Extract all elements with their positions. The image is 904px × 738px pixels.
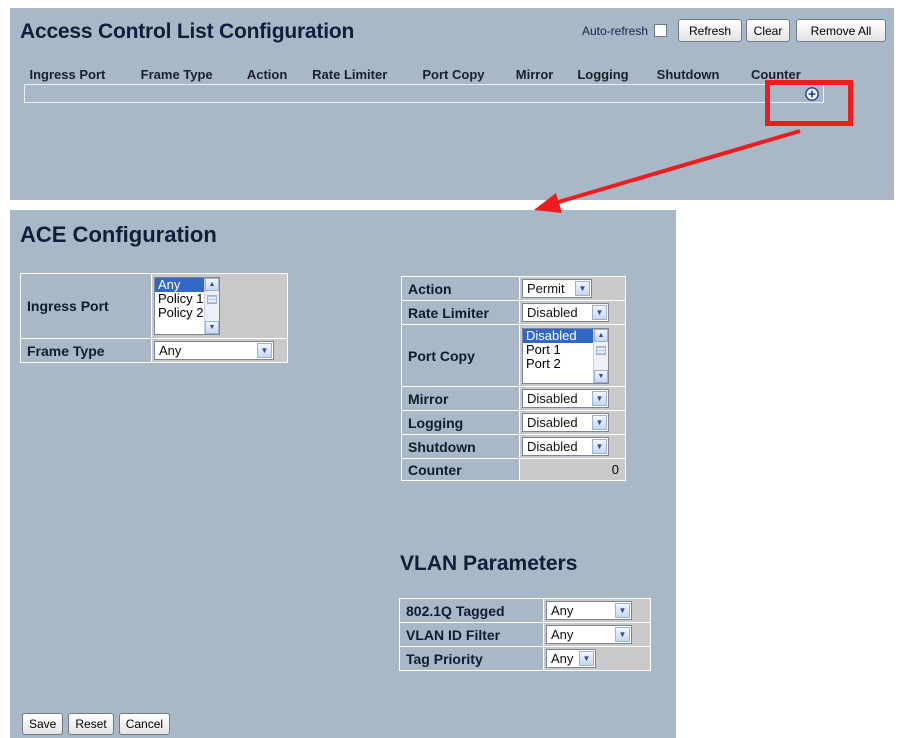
tag-priority-label: Tag Priority xyxy=(399,646,544,671)
shutdown-value: Disabled xyxy=(527,439,578,454)
tagged-cell: Any ▼ xyxy=(543,598,651,623)
tag-priority-value: Any xyxy=(551,651,574,666)
shutdown-cell: Disabled ▼ xyxy=(519,434,626,459)
chevron-down-icon[interactable]: ▼ xyxy=(592,391,607,406)
column-header-port-copy: Port Copy xyxy=(422,67,485,82)
frame-type-label: Frame Type xyxy=(20,338,152,363)
auto-refresh-checkbox[interactable] xyxy=(654,24,667,37)
auto-refresh-label: Auto-refresh xyxy=(581,23,648,38)
action-value: Permit xyxy=(527,281,565,296)
scroll-up-icon[interactable]: ▲ xyxy=(205,278,219,291)
chevron-down-icon[interactable]: ▼ xyxy=(575,281,590,296)
form-buttons: Save Reset Cancel xyxy=(22,713,175,735)
column-header-action: Action xyxy=(246,67,288,82)
chevron-down-icon[interactable]: ▼ xyxy=(579,651,594,666)
chevron-down-icon[interactable]: ▼ xyxy=(615,603,630,618)
acl-table: Ingress Port Frame Type Action Rate Limi… xyxy=(24,64,824,103)
listbox-option[interactable]: Disabled xyxy=(523,328,593,343)
vlan-id-filter-value: Any xyxy=(551,627,574,642)
tagged-select[interactable]: Any ▼ xyxy=(546,601,632,620)
column-header-logging: Logging xyxy=(577,67,629,82)
vlan-section-title: VLAN Parameters xyxy=(400,552,578,575)
mirror-select[interactable]: Disabled ▼ xyxy=(522,389,609,408)
shutdown-label: Shutdown xyxy=(401,434,520,459)
ingress-port-cell: Any Policy 1 Policy 2 ▲ ▼ xyxy=(151,273,288,339)
column-header-shutdown: Shutdown xyxy=(656,67,720,82)
refresh-button[interactable]: Refresh xyxy=(678,19,742,42)
rate-limiter-cell: Disabled ▼ xyxy=(519,300,626,325)
clear-button[interactable]: Clear xyxy=(746,19,790,42)
save-button[interactable]: Save xyxy=(22,713,64,735)
action-cell: Permit ▼ xyxy=(519,276,626,301)
port-copy-listbox[interactable]: Disabled Port 1 Port 2 ▲ ▼ xyxy=(522,327,609,384)
tagged-label: 802.1Q Tagged xyxy=(399,598,544,623)
logging-cell: Disabled ▼ xyxy=(519,410,626,435)
listbox-scrollbar[interactable]: ▲ ▼ xyxy=(204,278,219,334)
vlan-id-filter-label: VLAN ID Filter xyxy=(399,622,544,647)
mirror-label: Mirror xyxy=(401,386,520,411)
logging-select[interactable]: Disabled ▼ xyxy=(522,413,609,432)
port-copy-label: Port Copy xyxy=(401,324,520,387)
action-select[interactable]: Permit ▼ xyxy=(522,279,592,298)
tag-priority-cell: Any ▼ xyxy=(543,646,651,671)
acl-toolbar: Auto-refresh Refresh Clear Remove All xyxy=(582,19,886,42)
mirror-value: Disabled xyxy=(527,391,578,406)
scroll-thumb[interactable] xyxy=(596,345,606,355)
frame-type-select[interactable]: Any ▼ xyxy=(154,341,274,360)
highlight-box xyxy=(765,80,853,126)
column-header-frame-type: Frame Type xyxy=(140,67,213,82)
tagged-value: Any xyxy=(551,603,574,618)
mirror-cell: Disabled ▼ xyxy=(519,386,626,411)
logging-label: Logging xyxy=(401,410,520,435)
port-copy-cell: Disabled Port 1 Port 2 ▲ ▼ xyxy=(519,324,626,387)
logging-value: Disabled xyxy=(527,415,578,430)
chevron-down-icon[interactable]: ▼ xyxy=(615,627,630,642)
vlan-table: 802.1Q Tagged Any ▼ VLAN ID Filter Any ▼… xyxy=(399,598,651,671)
shutdown-select[interactable]: Disabled ▼ xyxy=(522,437,609,456)
acl-empty-cell xyxy=(24,84,824,103)
reset-button[interactable]: Reset xyxy=(68,713,114,735)
frame-type-cell: Any ▼ xyxy=(151,338,288,363)
scroll-thumb[interactable] xyxy=(207,295,217,304)
scroll-down-icon[interactable]: ▼ xyxy=(205,321,219,334)
ingress-port-label: Ingress Port xyxy=(20,273,152,339)
action-label: Action xyxy=(401,276,520,301)
cancel-button[interactable]: Cancel xyxy=(118,713,171,735)
listbox-scrollbar[interactable]: ▲ ▼ xyxy=(593,328,608,383)
rate-limiter-value: Disabled xyxy=(527,305,578,320)
scroll-up-icon[interactable]: ▲ xyxy=(594,328,608,342)
vlan-id-filter-select[interactable]: Any ▼ xyxy=(546,625,632,644)
ace-left-table: Ingress Port Any Policy 1 Policy 2 ▲ ▼ F… xyxy=(20,273,288,363)
ingress-port-listbox[interactable]: Any Policy 1 Policy 2 ▲ ▼ xyxy=(154,277,220,335)
column-header-rate-limiter: Rate Limiter xyxy=(312,67,388,82)
acl-page-title: Access Control List Configuration xyxy=(20,20,355,43)
ace-page-title: ACE Configuration xyxy=(20,222,217,247)
frame-type-value: Any xyxy=(159,343,182,358)
acl-table-header: Ingress Port Frame Type Action Rate Limi… xyxy=(25,64,824,85)
remove-all-button[interactable]: Remove All xyxy=(796,19,886,42)
counter-label: Counter xyxy=(401,458,520,481)
ace-panel: ACE Configuration Ingress Port Any Polic… xyxy=(10,210,676,738)
scroll-down-icon[interactable]: ▼ xyxy=(594,369,608,383)
chevron-down-icon[interactable]: ▼ xyxy=(592,415,607,430)
column-header-mirror: Mirror xyxy=(515,67,554,82)
acl-panel: Access Control List Configuration Auto-r… xyxy=(10,8,894,200)
chevron-down-icon[interactable]: ▼ xyxy=(592,305,607,320)
vlan-id-filter-cell: Any ▼ xyxy=(543,622,651,647)
column-header-ingress-port: Ingress Port xyxy=(29,67,106,82)
ace-right-table: Action Permit ▼ Rate Limiter Disabled ▼ … xyxy=(401,276,626,481)
counter-value: 0 xyxy=(519,458,626,481)
rate-limiter-label: Rate Limiter xyxy=(401,300,520,325)
chevron-down-icon[interactable]: ▼ xyxy=(592,439,607,454)
rate-limiter-select[interactable]: Disabled ▼ xyxy=(522,303,609,322)
acl-empty-row xyxy=(24,84,824,103)
tag-priority-select[interactable]: Any ▼ xyxy=(546,649,596,668)
chevron-down-icon[interactable]: ▼ xyxy=(257,343,272,358)
